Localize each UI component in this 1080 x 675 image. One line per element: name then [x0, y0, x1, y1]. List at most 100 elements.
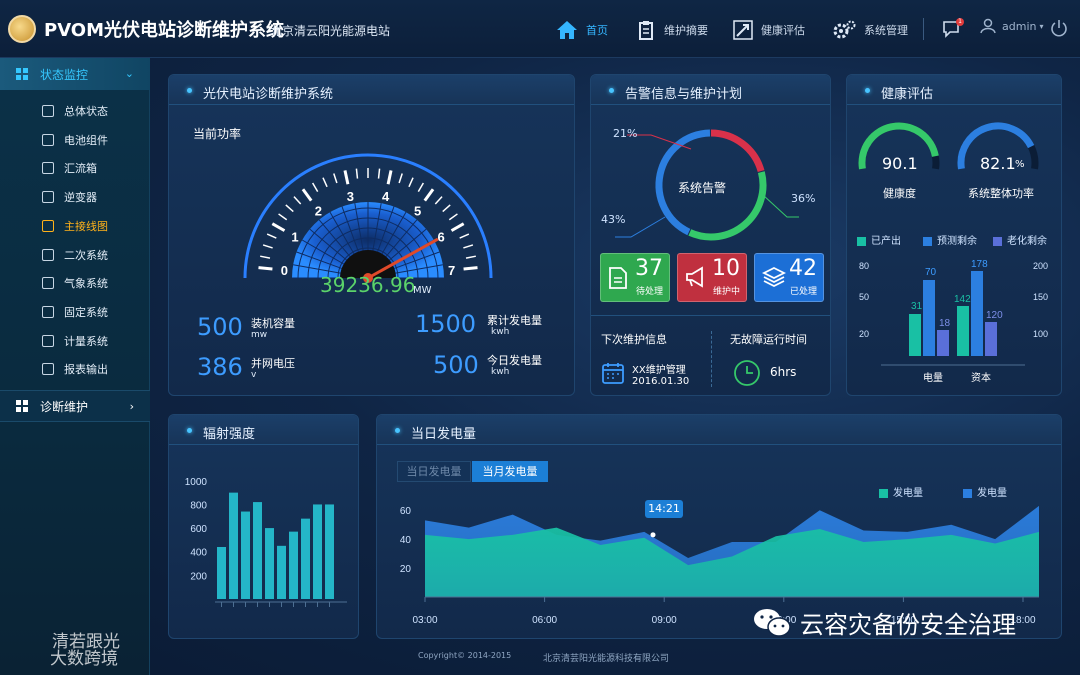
- sidebar-item[interactable]: 逆变器: [0, 183, 150, 211]
- axis-tick-label: 40: [400, 535, 412, 546]
- uptime-title: 无故障运行时间: [730, 333, 807, 346]
- slice-pct: 43%: [601, 213, 626, 226]
- tab-daily[interactable]: 当日发电量: [397, 461, 471, 482]
- bar: [217, 547, 226, 599]
- sidebar-item-label: 报表输出: [64, 363, 108, 377]
- health-panel: 健康评估 90.1 健康度 82.1 % 系统整体功率 已产出 预测剩余 老化剩…: [846, 74, 1062, 396]
- sidebar-item[interactable]: 汇流箱: [0, 154, 150, 182]
- gauge-tick: [271, 222, 286, 232]
- bar: [937, 330, 949, 356]
- pending-tile[interactable]: 37 待处理: [600, 253, 670, 302]
- gauge-tick-label: 2: [315, 203, 322, 218]
- x-tick-label: 03:00: [412, 615, 437, 626]
- bar: [265, 528, 274, 599]
- panel-header: 健康评估: [847, 75, 1061, 105]
- gauge-tick-label: 0: [281, 263, 288, 278]
- axis-tick-label: 60: [400, 506, 412, 517]
- sidebar-section-label: 诊断维护: [40, 399, 89, 414]
- gauge-tick: [260, 255, 271, 259]
- sidebar-item-label: 计量系统: [64, 334, 108, 348]
- gauge-tick: [442, 204, 451, 213]
- chevron-down-icon: ▾: [1039, 21, 1044, 31]
- gauge-tick: [423, 188, 435, 202]
- gauge-tick: [278, 213, 288, 221]
- sidebar-item-label: 逆变器: [64, 191, 97, 205]
- axis-tick-label: 20: [859, 329, 869, 339]
- sidebar-item-label: 气象系统: [64, 277, 108, 291]
- grid-icon: [16, 400, 28, 412]
- sidebar-item[interactable]: 总体状态: [0, 97, 150, 125]
- sidebar-item-label: 主接线图: [64, 219, 108, 233]
- legend-label: 老化剩余: [1007, 236, 1047, 247]
- nav-system-management[interactable]: 系统管理: [832, 18, 908, 42]
- gauge-tick: [262, 244, 273, 249]
- sidebar-section-status-monitor[interactable]: 状态监控 ⌄: [0, 58, 150, 90]
- uptime-value: 6hrs: [770, 365, 797, 379]
- power-value: 39236.96: [320, 273, 416, 297]
- user-menu[interactable]: admin ▾: [980, 18, 1043, 34]
- axis-tick-label: 80: [859, 261, 869, 271]
- clipboard-icon: [639, 21, 653, 40]
- sidebar-item[interactable]: 固定系统: [0, 298, 150, 326]
- nav-health-assessment[interactable]: 健康评估: [733, 18, 805, 42]
- stat-label: 装机容量: [251, 317, 295, 330]
- bar: [301, 518, 310, 599]
- axis-tick-label: 200: [190, 571, 207, 582]
- category-label: 电量: [923, 371, 943, 384]
- sidebar-item[interactable]: 气象系统: [0, 269, 150, 297]
- nav-system-label: 系统管理: [864, 24, 908, 37]
- bar: [289, 531, 298, 599]
- bar: [957, 306, 969, 356]
- tab-monthly[interactable]: 当月发电量: [472, 461, 548, 482]
- menu-item-icon: [42, 305, 54, 318]
- axis-tick-label: 400: [190, 548, 207, 559]
- legend-swatch: [857, 236, 866, 246]
- panel-title: 光伏电站诊断维护系统: [203, 87, 334, 102]
- radiation-panel: 辐射强度 1000 800 600 400 200: [168, 414, 359, 639]
- nav-home[interactable]: 首页: [556, 18, 608, 42]
- sidebar-item[interactable]: 二次系统: [0, 241, 150, 269]
- gauge-tick: [377, 168, 381, 179]
- document-icon: [609, 267, 627, 289]
- axis-tick-label: 50: [859, 292, 869, 302]
- gauge-tick-label: 3: [347, 189, 354, 204]
- panel-title: 告警信息与维护计划: [625, 87, 743, 102]
- panel-header: 当日发电量: [377, 415, 1061, 445]
- overview-panel: 光伏电站诊断维护系统 当前功率 01234567 39236.96 MW 500…: [168, 74, 575, 396]
- menu-item-icon: [42, 363, 54, 376]
- processed-tile[interactable]: 42 已处理: [754, 253, 824, 302]
- slice-pct: 21%: [613, 127, 638, 140]
- stat-unit: kwh: [491, 327, 510, 337]
- app-logo: [8, 15, 36, 43]
- gauge-tick: [343, 170, 350, 185]
- gauge-tick-label: 1: [291, 230, 298, 245]
- sidebar-item[interactable]: 电池组件: [0, 126, 150, 154]
- stat-label: 并网电压: [251, 357, 295, 370]
- radiation-bar-chart: 1000 800 600 400 200: [185, 477, 347, 607]
- gauge-tick: [258, 266, 273, 271]
- tile-count: 42: [789, 256, 817, 281]
- bar: [909, 314, 921, 356]
- power-icon[interactable]: [1050, 19, 1068, 37]
- maintaining-tile[interactable]: 10 维护中: [677, 253, 747, 302]
- tile-count: 37: [635, 256, 663, 281]
- gauge-tick-label: 6: [437, 230, 444, 245]
- gauge-tick: [448, 213, 458, 221]
- area-series: [425, 527, 1039, 597]
- nav-maintenance-summary[interactable]: 维护摘要: [638, 18, 708, 42]
- sidebar-item[interactable]: 报表输出: [0, 355, 150, 383]
- watermark-text: 大数跨境: [50, 649, 118, 669]
- sidebar-item[interactable]: 主接线图: [0, 212, 150, 240]
- sidebar-section-diagnosis[interactable]: 诊断维护 ›: [0, 390, 150, 422]
- data-label: 178: [971, 259, 988, 270]
- bar: [325, 504, 334, 599]
- stat-label: 今日发电量: [487, 354, 542, 367]
- sidebar-item[interactable]: 计量系统: [0, 327, 150, 355]
- axis-tick-label: 200: [1033, 261, 1048, 271]
- menu-item-icon: [42, 105, 54, 117]
- menu-item-icon: [42, 334, 54, 347]
- tooltip-point: [650, 532, 656, 538]
- panel-header: 光伏电站诊断维护系统: [169, 75, 574, 105]
- company-name: 北京清芸阳光能源科技有限公司: [543, 654, 670, 664]
- stat-unit: kwh: [491, 367, 510, 377]
